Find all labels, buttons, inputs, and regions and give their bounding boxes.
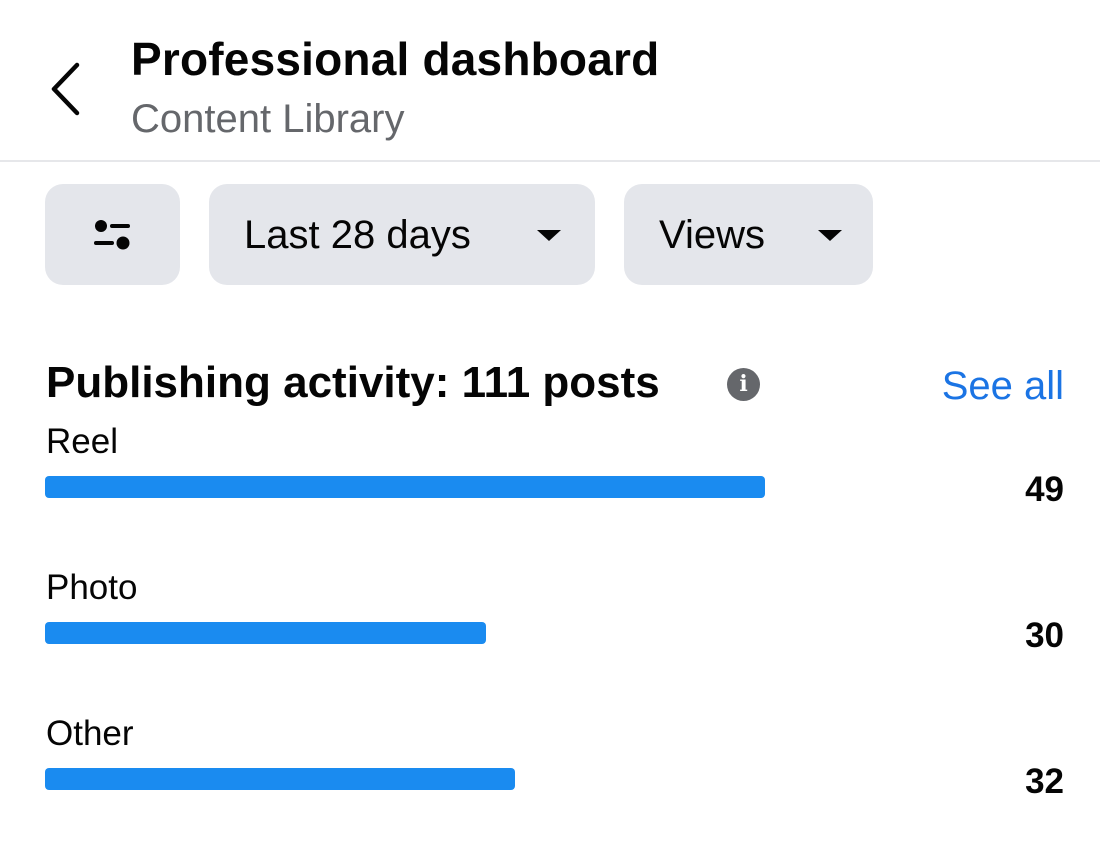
page-subtitle: Content Library [131,97,405,141]
filter-button[interactable] [45,184,180,285]
sliders-icon [94,220,130,250]
date-range-label: Last 28 days [244,213,471,257]
chevron-left-icon [51,62,80,116]
row-value: 32 [1025,762,1064,801]
activity-row-other: Other 32 [0,714,1100,834]
metric-label: Views [659,213,765,257]
section-title: Publishing activity: 111 posts [46,358,660,407]
row-bar [45,622,486,644]
caret-down-icon [818,230,842,241]
metric-dropdown[interactable]: Views [624,184,873,285]
date-range-dropdown[interactable]: Last 28 days [209,184,595,285]
see-all-link[interactable]: See all [942,364,1064,409]
row-label: Reel [46,422,118,461]
row-value: 30 [1025,616,1064,655]
back-button[interactable] [36,50,96,126]
activity-row-reel: Reel 49 [0,422,1100,542]
caret-down-icon [537,230,561,241]
header: Professional dashboard Content Library [0,0,1100,162]
activity-row-photo: Photo 30 [0,568,1100,688]
row-value: 49 [1025,470,1064,509]
row-label: Photo [46,568,138,607]
page-title: Professional dashboard [131,33,660,85]
row-bar [45,476,765,498]
info-icon[interactable]: i [727,368,760,401]
row-label: Other [46,714,134,753]
row-bar [45,768,515,790]
